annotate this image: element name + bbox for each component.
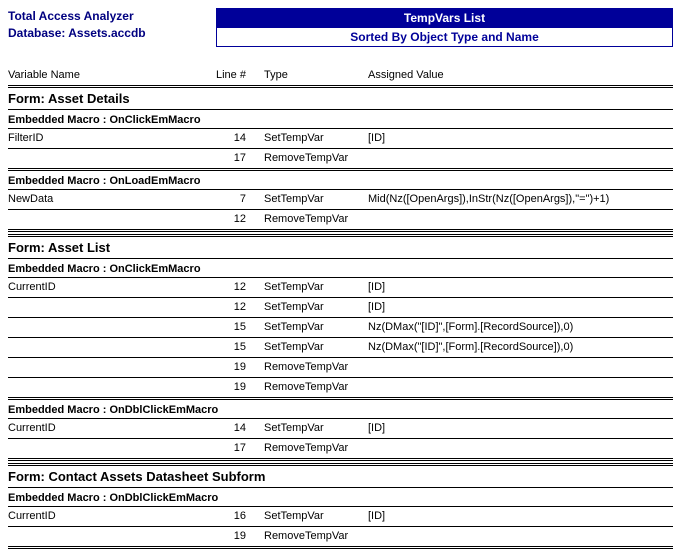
data-row: CurrentID16SetTempVar[ID] bbox=[8, 507, 673, 527]
macro-header: Embedded Macro : OnClickEmMacro bbox=[8, 110, 673, 129]
cell-type: RemoveTempVar bbox=[264, 213, 368, 225]
cell-line-number: 19 bbox=[216, 381, 264, 393]
database-name: Assets.accdb bbox=[68, 26, 145, 40]
cell-line-number: 16 bbox=[216, 510, 264, 522]
cell-assigned-value: [ID] bbox=[368, 510, 673, 522]
database-line: Database: Assets.accdb bbox=[8, 25, 216, 42]
report-subtitle: Sorted By Object Type and Name bbox=[216, 28, 673, 47]
cell-type: SetTempVar bbox=[264, 132, 368, 144]
data-row: FilterID14SetTempVar[ID] bbox=[8, 129, 673, 149]
cell-assigned-value: [ID] bbox=[368, 301, 673, 313]
col-type: Type bbox=[264, 69, 368, 81]
section-header: Form: Asset List bbox=[8, 234, 673, 259]
cell-line-number: 17 bbox=[216, 442, 264, 454]
data-row: CurrentID12SetTempVar[ID] bbox=[8, 278, 673, 298]
cell-type: RemoveTempVar bbox=[264, 381, 368, 393]
section-header: Form: Asset Details bbox=[8, 85, 673, 110]
header-right: TempVars List Sorted By Object Type and … bbox=[216, 8, 673, 47]
section-header: Form: Contact Assets Datasheet Subform bbox=[8, 463, 673, 488]
column-headers: Variable Name Line # Type Assigned Value bbox=[8, 69, 673, 83]
cell-type: SetTempVar bbox=[264, 301, 368, 313]
cell-line-number: 14 bbox=[216, 132, 264, 144]
report-title: TempVars List bbox=[216, 8, 673, 28]
cell-line-number: 7 bbox=[216, 193, 264, 205]
cell-type: SetTempVar bbox=[264, 510, 368, 522]
cell-line-number: 12 bbox=[216, 213, 264, 225]
cell-variable-name: CurrentID bbox=[8, 510, 216, 522]
report-body: Form: Asset DetailsEmbedded Macro : OnCl… bbox=[8, 85, 673, 549]
data-row: NewData7SetTempVarMid(Nz([OpenArgs]),InS… bbox=[8, 190, 673, 210]
cell-type: SetTempVar bbox=[264, 281, 368, 293]
data-row: 15SetTempVarNz(DMax("[ID]",[Form].[Recor… bbox=[8, 318, 673, 338]
cell-line-number: 19 bbox=[216, 530, 264, 542]
cell-line-number: 19 bbox=[216, 361, 264, 373]
data-row: 15SetTempVarNz(DMax("[ID]",[Form].[Recor… bbox=[8, 338, 673, 358]
cell-variable-name: NewData bbox=[8, 193, 216, 205]
cell-type: SetTempVar bbox=[264, 341, 368, 353]
col-line-number: Line # bbox=[216, 69, 264, 81]
report-header: Total Access Analyzer Database: Assets.a… bbox=[8, 8, 673, 47]
cell-type: SetTempVar bbox=[264, 321, 368, 333]
data-row: 12RemoveTempVar bbox=[8, 210, 673, 232]
data-row: 19RemoveTempVar bbox=[8, 358, 673, 378]
cell-variable-name: CurrentID bbox=[8, 422, 216, 434]
cell-assigned-value: [ID] bbox=[368, 132, 673, 144]
data-row: CurrentID14SetTempVar[ID] bbox=[8, 419, 673, 439]
cell-line-number: 15 bbox=[216, 341, 264, 353]
cell-assigned-value: Nz(DMax("[ID]",[Form].[RecordSource]),0) bbox=[368, 341, 673, 353]
cell-type: RemoveTempVar bbox=[264, 442, 368, 454]
macro-header: Embedded Macro : OnClickEmMacro bbox=[8, 259, 673, 278]
data-row: 17RemoveTempVar bbox=[8, 149, 673, 171]
cell-assigned-value: Nz(DMax("[ID]",[Form].[RecordSource]),0) bbox=[368, 321, 673, 333]
cell-type: SetTempVar bbox=[264, 422, 368, 434]
data-row: 19RemoveTempVar bbox=[8, 378, 673, 400]
cell-line-number: 12 bbox=[216, 281, 264, 293]
product-name: Total Access Analyzer bbox=[8, 8, 216, 25]
cell-line-number: 12 bbox=[216, 301, 264, 313]
cell-type: SetTempVar bbox=[264, 193, 368, 205]
cell-assigned-value: Mid(Nz([OpenArgs]),InStr(Nz([OpenArgs]),… bbox=[368, 193, 673, 205]
cell-assigned-value: [ID] bbox=[368, 422, 673, 434]
data-row: 19RemoveTempVar bbox=[8, 527, 673, 549]
cell-line-number: 17 bbox=[216, 152, 264, 164]
cell-type: RemoveTempVar bbox=[264, 152, 368, 164]
cell-line-number: 14 bbox=[216, 422, 264, 434]
cell-variable-name: CurrentID bbox=[8, 281, 216, 293]
cell-type: RemoveTempVar bbox=[264, 361, 368, 373]
col-variable-name: Variable Name bbox=[8, 69, 216, 81]
col-assigned-value: Assigned Value bbox=[368, 69, 673, 81]
macro-header: Embedded Macro : OnDblClickEmMacro bbox=[8, 400, 673, 419]
macro-header: Embedded Macro : OnLoadEmMacro bbox=[8, 171, 673, 190]
cell-assigned-value: [ID] bbox=[368, 281, 673, 293]
macro-header: Embedded Macro : OnDblClickEmMacro bbox=[8, 488, 673, 507]
database-label: Database: bbox=[8, 26, 65, 40]
cell-variable-name: FilterID bbox=[8, 132, 216, 144]
cell-line-number: 15 bbox=[216, 321, 264, 333]
data-row: 17RemoveTempVar bbox=[8, 439, 673, 461]
cell-type: RemoveTempVar bbox=[264, 530, 368, 542]
header-left: Total Access Analyzer Database: Assets.a… bbox=[8, 8, 216, 47]
data-row: 12SetTempVar[ID] bbox=[8, 298, 673, 318]
